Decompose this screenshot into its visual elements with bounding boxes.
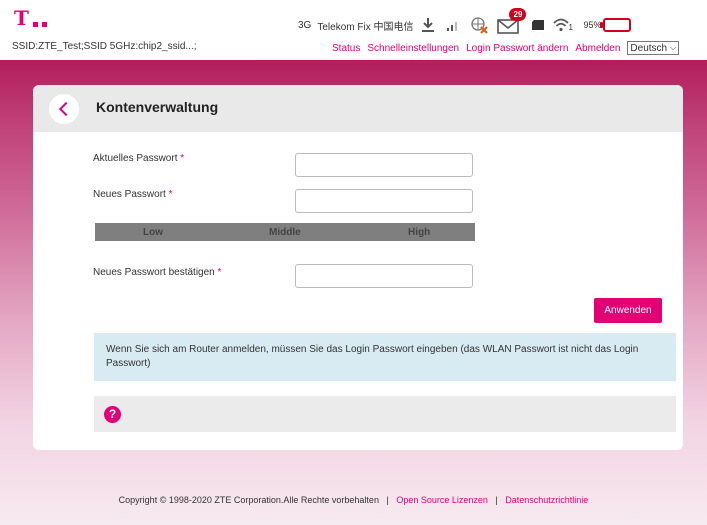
sim-card-icon bbox=[531, 19, 545, 31]
battery-percent: 95% bbox=[583, 20, 602, 30]
apply-button[interactable]: Anwenden bbox=[594, 298, 662, 323]
account-management-card: Kontenverwaltung Aktuelles Passwort * Ne… bbox=[33, 85, 683, 450]
open-source-link[interactable]: Open Source Lizenzen bbox=[396, 495, 488, 505]
provider-name: Telekom Fix 中国电信 bbox=[317, 21, 414, 33]
no-internet-icon bbox=[469, 16, 489, 34]
info-notice: Wenn Sie sich am Router anmelden, müssen… bbox=[94, 333, 676, 381]
privacy-link[interactable]: Datenschutzrichtlinie bbox=[505, 495, 588, 505]
footer-separator: | bbox=[495, 495, 498, 505]
wifi-client-count: 1 bbox=[568, 23, 573, 32]
download-icon bbox=[419, 17, 437, 33]
ssid-info: SSID:ZTE_Test;SSID 5GHz:chip2_ssid...; bbox=[12, 41, 197, 52]
mail-count-badge: 29 bbox=[509, 8, 527, 21]
required-marker: * bbox=[168, 189, 173, 200]
confirm-password-field[interactable] bbox=[295, 264, 473, 288]
wifi-icon: 1 bbox=[553, 17, 575, 33]
signal-icon bbox=[445, 18, 461, 32]
top-nav: Status Schnelleinstellungen Login Passwo… bbox=[332, 41, 680, 55]
page-title: Kontenverwaltung bbox=[96, 99, 219, 115]
card-header: Kontenverwaltung bbox=[33, 85, 683, 132]
language-select[interactable]: Deutsch ⌵ bbox=[627, 41, 680, 55]
strength-middle-label: Middle bbox=[269, 226, 301, 238]
strength-high-label: High bbox=[408, 226, 431, 238]
status-bar: 3G Telekom Fix 中国电信 29 1 95% bbox=[298, 8, 632, 35]
header: T SSID:ZTE_Test;SSID 5GHz:chip2_ssid...;… bbox=[0, 0, 707, 60]
new-password-field[interactable] bbox=[295, 189, 473, 213]
help-icon[interactable]: ? bbox=[104, 406, 121, 423]
required-marker: * bbox=[217, 267, 222, 278]
new-password-label: Neues Passwort * bbox=[93, 189, 173, 200]
back-button[interactable] bbox=[49, 94, 79, 124]
password-strength-bar: Low Middle High bbox=[95, 223, 475, 241]
footer-separator: | bbox=[386, 495, 389, 505]
nav-quick-settings-link[interactable]: Schnelleinstellungen bbox=[367, 43, 459, 54]
copyright-text: Copyright © 1998-2020 ZTE Corporation.Al… bbox=[118, 495, 379, 505]
telekom-logo: T bbox=[14, 8, 64, 32]
language-value: Deutsch bbox=[630, 42, 668, 54]
required-marker: * bbox=[180, 153, 185, 164]
confirm-password-label: Neues Passwort bestätigen * bbox=[93, 267, 222, 278]
nav-status-link[interactable]: Status bbox=[332, 43, 360, 54]
mail-icon[interactable]: 29 bbox=[497, 8, 527, 34]
current-password-label: Aktuelles Passwort * bbox=[93, 153, 185, 164]
nav-logout-link[interactable]: Abmelden bbox=[575, 43, 620, 54]
nav-change-password-link[interactable]: Login Passwort ändern bbox=[466, 43, 568, 54]
current-password-field[interactable] bbox=[295, 153, 473, 177]
strength-low-label: Low bbox=[143, 226, 163, 238]
chevron-down-icon: ⌵ bbox=[670, 43, 677, 52]
footer: Copyright © 1998-2020 ZTE Corporation.Al… bbox=[0, 495, 707, 505]
battery-icon bbox=[600, 18, 632, 32]
help-bar: ? bbox=[94, 396, 676, 432]
network-type: 3G bbox=[298, 19, 312, 31]
